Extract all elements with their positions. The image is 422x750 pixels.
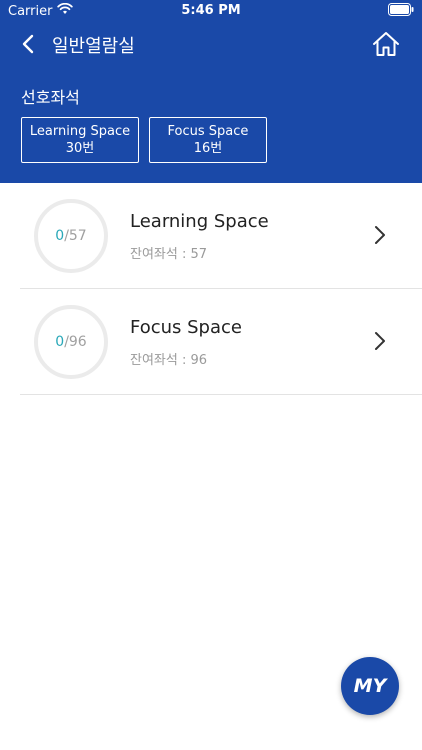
page-title: 일반열람실 (52, 36, 135, 57)
chevron-left-icon (22, 34, 34, 54)
my-page-button[interactable]: MY (341, 657, 399, 715)
clock: 5:46 PM (181, 3, 241, 18)
back-button[interactable] (14, 30, 42, 58)
total-seats: /57 (64, 228, 87, 244)
room-list: 0 /57 Learning Space 잔여좌석 : 57 0 /96 Foc… (20, 183, 422, 395)
my-button-label: MY (353, 675, 387, 697)
home-button[interactable] (370, 28, 402, 60)
favorite-seat-focus-space[interactable]: Focus Space 16번 (149, 117, 267, 163)
remaining-seats: 잔여좌석 : 57 (130, 247, 208, 262)
room-row-learning-space[interactable]: 0 /57 Learning Space 잔여좌석 : 57 (20, 183, 422, 289)
room-row-focus-space[interactable]: 0 /96 Focus Space 잔여좌석 : 96 (20, 289, 422, 395)
room-name: Learning Space (130, 211, 269, 232)
favorite-room-name: Learning Space (29, 124, 131, 139)
favorite-room-name: Focus Space (167, 124, 249, 139)
favorite-seat-number: 30번 (65, 141, 95, 156)
status-bar: Carrier 5:46 PM (0, 0, 422, 22)
room-name: Focus Space (130, 317, 242, 338)
seat-reservation-screen: Carrier 5:46 PM 일반열람실 선호좌석 Learning Spac… (0, 0, 422, 750)
chevron-right-icon (375, 226, 385, 244)
home-icon (373, 32, 399, 56)
chevron-right-icon (375, 332, 385, 350)
header-panel: Carrier 5:46 PM 일반열람실 선호좌석 Learning Spac… (0, 0, 422, 183)
favorite-seat-number: 16번 (193, 141, 223, 156)
remaining-seats: 잔여좌석 : 96 (130, 353, 208, 368)
battery-icon (388, 3, 414, 20)
favorite-seat-learning-space[interactable]: Learning Space 30번 (21, 117, 139, 163)
favorite-seats-list: Learning Space 30번 Focus Space 16번 (21, 117, 267, 163)
occupancy-gauge: 0 /96 (33, 304, 109, 380)
used-seats: 0 (55, 228, 65, 244)
used-seats: 0 (55, 334, 65, 350)
favorite-seats-label: 선호좌석 (21, 88, 80, 107)
occupancy-gauge: 0 /57 (33, 198, 109, 274)
navigation-bar: 일반열람실 (0, 22, 422, 66)
total-seats: /96 (64, 334, 87, 350)
